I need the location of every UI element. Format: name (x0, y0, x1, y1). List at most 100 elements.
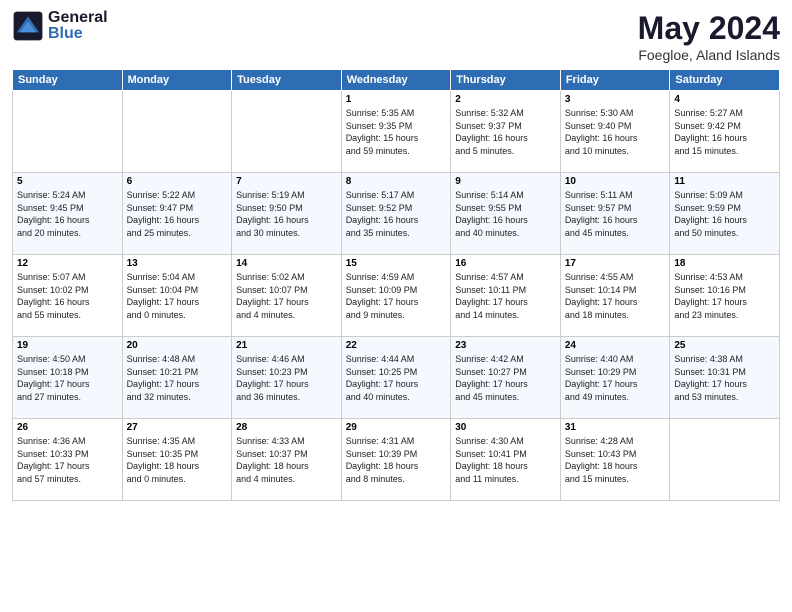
weekday-header-saturday: Saturday (670, 70, 780, 91)
day-number: 30 (455, 422, 556, 433)
day-info: Sunrise: 5:27 AM Sunset: 9:42 PM Dayligh… (674, 107, 775, 157)
day-number: 22 (346, 340, 447, 351)
calendar-cell: 25 Sunrise: 4:38 AM Sunset: 10:31 PM Dayl… (670, 337, 780, 419)
day-number: 14 (236, 258, 337, 269)
calendar-cell: 19 Sunrise: 4:50 AM Sunset: 10:18 PM Dayl… (13, 337, 123, 419)
day-number: 21 (236, 340, 337, 351)
calendar-cell: 13 Sunrise: 5:04 AM Sunset: 10:04 PM Dayl… (122, 255, 232, 337)
calendar-cell: 6 Sunrise: 5:22 AM Sunset: 9:47 PM Daylig… (122, 173, 232, 255)
calendar-cell: 30 Sunrise: 4:30 AM Sunset: 10:41 PM Dayl… (451, 419, 561, 501)
calendar-cell: 24 Sunrise: 4:40 AM Sunset: 10:29 PM Dayl… (560, 337, 670, 419)
day-info: Sunrise: 4:42 AM Sunset: 10:27 PM Daylig… (455, 353, 556, 403)
day-info: Sunrise: 5:09 AM Sunset: 9:59 PM Dayligh… (674, 189, 775, 239)
weekday-header-friday: Friday (560, 70, 670, 91)
day-info: Sunrise: 5:11 AM Sunset: 9:57 PM Dayligh… (565, 189, 666, 239)
calendar-cell (13, 91, 123, 173)
week-row-2: 5Sunrise: 5:24 AM Sunset: 9:45 PM Daylig… (13, 173, 780, 255)
day-info: Sunrise: 4:44 AM Sunset: 10:25 PM Daylig… (346, 353, 447, 403)
week-row-4: 19 Sunrise: 4:50 AM Sunset: 10:18 PM Dayl… (13, 337, 780, 419)
day-number: 4 (674, 94, 775, 105)
day-info: Sunrise: 5:22 AM Sunset: 9:47 PM Dayligh… (127, 189, 228, 239)
day-info: Sunrise: 4:40 AM Sunset: 10:29 PM Daylig… (565, 353, 666, 403)
day-number: 25 (674, 340, 775, 351)
day-number: 6 (127, 176, 228, 187)
day-number: 1 (346, 94, 447, 105)
day-info: Sunrise: 4:28 AM Sunset: 10:43 PM Daylig… (565, 435, 666, 485)
logo-text: General Blue (48, 10, 108, 42)
calendar-cell: 4 Sunrise: 5:27 AM Sunset: 9:42 PM Daylig… (670, 91, 780, 173)
calendar-header-row: SundayMondayTuesdayWednesdayThursdayFrid… (13, 70, 780, 91)
month-title: May 2024 (638, 10, 780, 47)
calendar-cell: 7Sunrise: 5:19 AM Sunset: 9:50 PM Daylig… (232, 173, 342, 255)
calendar-cell: 26Sunrise: 4:36 AM Sunset: 10:33 PM Dayl… (13, 419, 123, 501)
week-row-5: 26Sunrise: 4:36 AM Sunset: 10:33 PM Dayl… (13, 419, 780, 501)
day-number: 23 (455, 340, 556, 351)
calendar-cell: 2 Sunrise: 5:32 AM Sunset: 9:37 PM Daylig… (451, 91, 561, 173)
calendar-cell: 16Sunrise: 4:57 AM Sunset: 10:11 PM Dayl… (451, 255, 561, 337)
day-info: Sunrise: 4:50 AM Sunset: 10:18 PM Daylig… (17, 353, 118, 403)
calendar-cell: 1 Sunrise: 5:35 AM Sunset: 9:35 PM Daylig… (341, 91, 451, 173)
weekday-header-wednesday: Wednesday (341, 70, 451, 91)
day-info: Sunrise: 5:17 AM Sunset: 9:52 PM Dayligh… (346, 189, 447, 239)
day-number: 15 (346, 258, 447, 269)
calendar-cell: 31Sunrise: 4:28 AM Sunset: 10:43 PM Dayl… (560, 419, 670, 501)
day-number: 24 (565, 340, 666, 351)
day-number: 28 (236, 422, 337, 433)
calendar-cell: 23 Sunrise: 4:42 AM Sunset: 10:27 PM Dayl… (451, 337, 561, 419)
day-info: Sunrise: 4:30 AM Sunset: 10:41 PM Daylig… (455, 435, 556, 485)
logo-blue-text: Blue (48, 26, 108, 42)
header: General Blue May 2024 Foegloe, Aland Isl… (12, 10, 780, 63)
logo-icon (12, 10, 44, 42)
day-info: Sunrise: 4:38 AM Sunset: 10:31 PM Daylig… (674, 353, 775, 403)
day-number: 12 (17, 258, 118, 269)
calendar-cell (670, 419, 780, 501)
weekday-header-monday: Monday (122, 70, 232, 91)
page: General Blue May 2024 Foegloe, Aland Isl… (0, 0, 792, 612)
weekday-header-sunday: Sunday (13, 70, 123, 91)
day-number: 17 (565, 258, 666, 269)
weekday-header-thursday: Thursday (451, 70, 561, 91)
day-info: Sunrise: 5:04 AM Sunset: 10:04 PM Daylig… (127, 271, 228, 321)
day-number: 3 (565, 94, 666, 105)
calendar-cell: 10 Sunrise: 5:11 AM Sunset: 9:57 PM Dayli… (560, 173, 670, 255)
day-info: Sunrise: 5:02 AM Sunset: 10:07 PM Daylig… (236, 271, 337, 321)
calendar-cell: 28Sunrise: 4:33 AM Sunset: 10:37 PM Dayl… (232, 419, 342, 501)
calendar-cell: 29 Sunrise: 4:31 AM Sunset: 10:39 PM Dayl… (341, 419, 451, 501)
day-info: Sunrise: 5:19 AM Sunset: 9:50 PM Dayligh… (236, 189, 337, 239)
day-number: 11 (674, 176, 775, 187)
day-number: 29 (346, 422, 447, 433)
logo-general-text: General (48, 10, 108, 26)
weekday-header-tuesday: Tuesday (232, 70, 342, 91)
day-info: Sunrise: 4:59 AM Sunset: 10:09 PM Daylig… (346, 271, 447, 321)
day-number: 10 (565, 176, 666, 187)
day-info: Sunrise: 5:14 AM Sunset: 9:55 PM Dayligh… (455, 189, 556, 239)
day-number: 13 (127, 258, 228, 269)
title-area: May 2024 Foegloe, Aland Islands (638, 10, 780, 63)
day-number: 26 (17, 422, 118, 433)
day-info: Sunrise: 4:31 AM Sunset: 10:39 PM Daylig… (346, 435, 447, 485)
day-info: Sunrise: 4:57 AM Sunset: 10:11 PM Daylig… (455, 271, 556, 321)
calendar: SundayMondayTuesdayWednesdayThursdayFrid… (12, 69, 780, 501)
day-info: Sunrise: 4:53 AM Sunset: 10:16 PM Daylig… (674, 271, 775, 321)
calendar-cell: 21 Sunrise: 4:46 AM Sunset: 10:23 PM Dayl… (232, 337, 342, 419)
calendar-cell: 17Sunrise: 4:55 AM Sunset: 10:14 PM Dayl… (560, 255, 670, 337)
calendar-cell (232, 91, 342, 173)
calendar-cell (122, 91, 232, 173)
calendar-cell: 15 Sunrise: 4:59 AM Sunset: 10:09 PM Dayl… (341, 255, 451, 337)
calendar-cell: 3Sunrise: 5:30 AM Sunset: 9:40 PM Daylig… (560, 91, 670, 173)
day-info: Sunrise: 4:48 AM Sunset: 10:21 PM Daylig… (127, 353, 228, 403)
location: Foegloe, Aland Islands (638, 47, 780, 63)
calendar-cell: 8Sunrise: 5:17 AM Sunset: 9:52 PM Daylig… (341, 173, 451, 255)
calendar-cell: 20Sunrise: 4:48 AM Sunset: 10:21 PM Dayl… (122, 337, 232, 419)
calendar-cell: 12Sunrise: 5:07 AM Sunset: 10:02 PM Dayl… (13, 255, 123, 337)
logo: General Blue (12, 10, 108, 42)
day-info: Sunrise: 4:46 AM Sunset: 10:23 PM Daylig… (236, 353, 337, 403)
day-number: 19 (17, 340, 118, 351)
day-number: 2 (455, 94, 556, 105)
calendar-cell: 11 Sunrise: 5:09 AM Sunset: 9:59 PM Dayli… (670, 173, 780, 255)
week-row-1: 1 Sunrise: 5:35 AM Sunset: 9:35 PM Daylig… (13, 91, 780, 173)
day-info: Sunrise: 5:32 AM Sunset: 9:37 PM Dayligh… (455, 107, 556, 157)
day-info: Sunrise: 5:35 AM Sunset: 9:35 PM Dayligh… (346, 107, 447, 157)
calendar-cell: 14 Sunrise: 5:02 AM Sunset: 10:07 PM Dayl… (232, 255, 342, 337)
calendar-cell: 5Sunrise: 5:24 AM Sunset: 9:45 PM Daylig… (13, 173, 123, 255)
